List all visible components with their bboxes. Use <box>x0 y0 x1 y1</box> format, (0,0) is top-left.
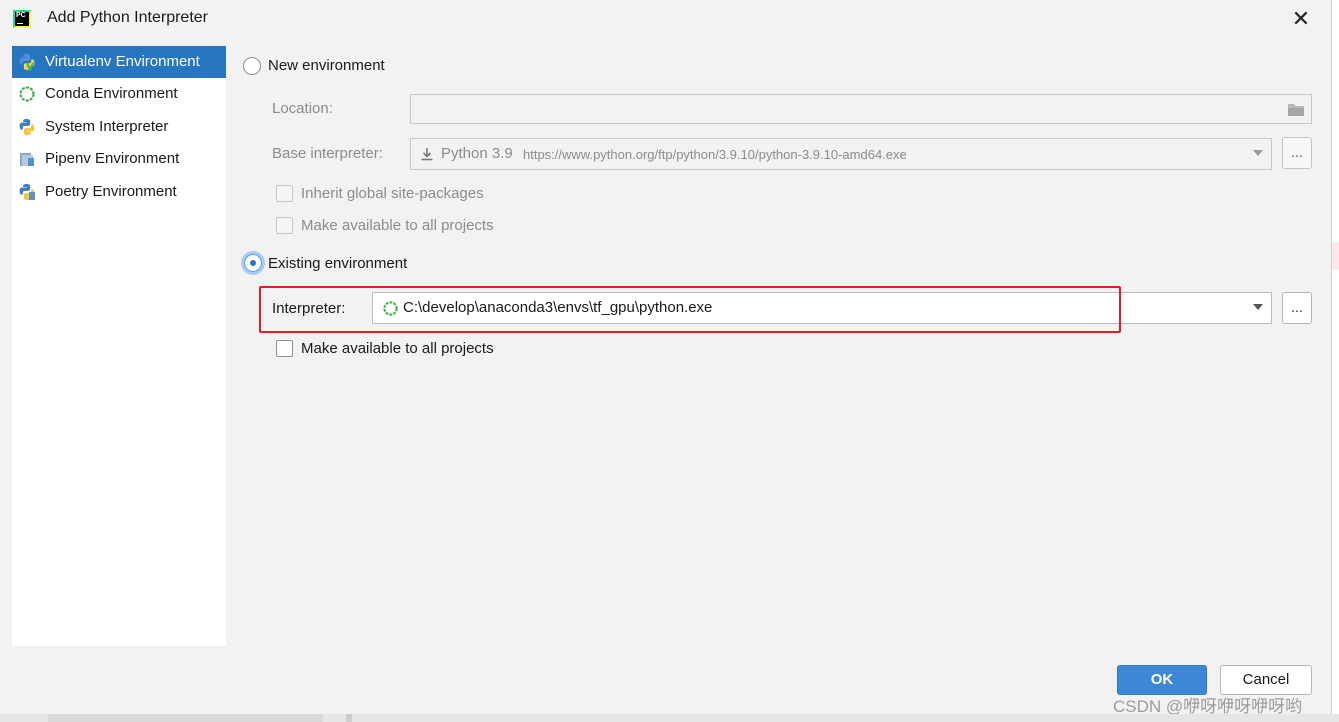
location-label: Location: <box>272 100 333 117</box>
existing-environment-radio[interactable] <box>244 254 262 272</box>
chevron-down-icon <box>1253 304 1263 310</box>
sidebar-item-conda[interactable]: Conda Environment <box>12 78 226 110</box>
title-bar: PC Add Python Interpreter ✕ <box>0 0 1331 38</box>
close-button[interactable]: ✕ <box>1288 6 1314 32</box>
conda-icon <box>19 86 35 102</box>
background-window-edge <box>1332 0 1339 722</box>
new-environment-label: New environment <box>268 57 385 74</box>
interpreter-label: Interpreter: <box>272 300 346 317</box>
location-field[interactable] <box>410 94 1312 124</box>
base-interpreter-label: Base interpreter: <box>272 145 383 162</box>
ok-button[interactable]: OK <box>1117 665 1207 695</box>
sidebar-item-label: Pipenv Environment <box>45 150 180 167</box>
environment-type-list: Virtualenv Environment Conda Environment… <box>12 46 226 646</box>
existing-env-make-available-checkbox[interactable] <box>276 340 293 357</box>
sidebar-item-label: System Interpreter <box>45 118 169 135</box>
interpreter-browse-button[interactable]: ... <box>1282 292 1312 324</box>
new-env-make-available-label: Make available to all projects <box>301 217 494 234</box>
sidebar-item-poetry[interactable]: Poetry Environment <box>12 176 226 208</box>
base-interpreter-url: https://www.python.org/ftp/python/3.9.10… <box>523 147 907 162</box>
sidebar-item-label: Conda Environment <box>45 85 178 102</box>
cancel-button[interactable]: Cancel <box>1220 665 1312 695</box>
python-icon <box>19 119 35 135</box>
interpreter-path: C:\develop\anaconda3\envs\tf_gpu\python.… <box>403 299 713 316</box>
download-icon <box>421 148 433 161</box>
sidebar-item-virtualenv[interactable]: Virtualenv Environment <box>12 46 226 78</box>
sidebar-item-label: Poetry Environment <box>45 183 177 200</box>
conda-icon <box>383 301 398 316</box>
base-interpreter-name: Python 3.9 <box>441 145 513 162</box>
sidebar-item-label: Virtualenv Environment <box>45 53 200 70</box>
new-env-make-available-checkbox[interactable] <box>276 217 293 234</box>
dialog-window: PC Add Python Interpreter ✕ Virtualenv E… <box>0 0 1332 716</box>
pipenv-icon <box>20 153 34 166</box>
existing-environment-label: Existing environment <box>268 255 408 272</box>
pycharm-icon: PC <box>13 10 31 28</box>
chevron-down-icon <box>1253 150 1263 156</box>
sidebar-item-pipenv[interactable]: Pipenv Environment <box>12 143 226 175</box>
window-title: Add Python Interpreter <box>47 9 208 26</box>
new-environment-radio[interactable] <box>243 57 261 75</box>
base-interpreter-browse-button[interactable]: ... <box>1282 137 1312 169</box>
close-icon: ✕ <box>1291 6 1311 31</box>
inherit-packages-label: Inherit global site-packages <box>301 185 484 202</box>
poetry-icon <box>19 184 35 200</box>
folder-icon[interactable] <box>1287 102 1305 117</box>
interpreter-combo[interactable]: C:\develop\anaconda3\envs\tf_gpu\python.… <box>372 292 1272 324</box>
existing-env-make-available-label: Make available to all projects <box>301 340 494 357</box>
inherit-packages-checkbox[interactable] <box>276 185 293 202</box>
base-interpreter-combo[interactable]: Python 3.9 https://www.python.org/ftp/py… <box>410 138 1272 170</box>
background-taskbar-edge <box>0 714 1339 722</box>
virtualenv-icon <box>19 54 35 71</box>
sidebar-item-system[interactable]: System Interpreter <box>12 111 226 143</box>
